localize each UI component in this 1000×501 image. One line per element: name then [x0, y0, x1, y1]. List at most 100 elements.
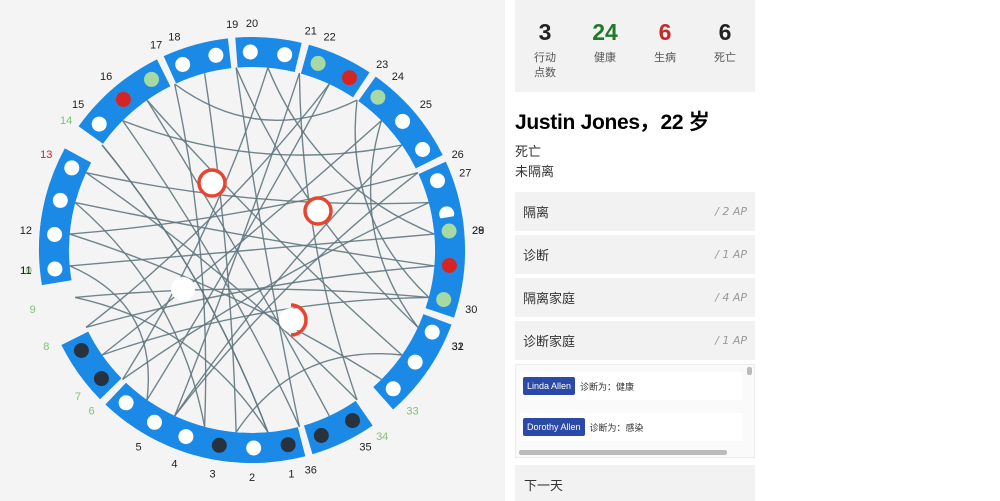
- house-segment[interactable]: [163, 38, 232, 84]
- game-board: 1 2 3 4 5 6 7 8 9 10 11 12 13 14 15 16 17 18 19 20 21 22 23 24 2…: [0, 0, 505, 501]
- house-label: 35: [359, 442, 371, 454]
- house-label: 30: [465, 304, 477, 316]
- person-recovered[interactable]: [310, 55, 326, 71]
- house-label: 25: [420, 99, 432, 111]
- village-network: 12345678910111213141516171819 2021 2223242…: [20, 18, 484, 484]
- contact-link: [101, 296, 429, 356]
- person-healthy[interactable]: [91, 116, 107, 132]
- person-healthy[interactable]: [47, 261, 63, 277]
- person-healthy[interactable]: [277, 47, 293, 63]
- house-label: 4: [171, 458, 177, 470]
- log-vertical-scrollbar[interactable]: [747, 367, 752, 375]
- person-healthy[interactable]: [385, 381, 401, 397]
- person-recovered[interactable]: [370, 89, 386, 105]
- travel-marker[interactable]: [197, 168, 227, 198]
- house-segment[interactable]: [300, 44, 370, 98]
- person-healthy[interactable]: [430, 173, 445, 189]
- person-title: Justin Jones，22 岁: [515, 111, 710, 134]
- person-healthy[interactable]: [178, 429, 194, 445]
- person-dead[interactable]: [345, 413, 360, 429]
- person-healthy[interactable]: [175, 57, 191, 72]
- action-cost: / 2 AP: [715, 205, 747, 218]
- house-label: 36: [305, 464, 317, 476]
- house-segment[interactable]: [61, 331, 122, 400]
- house-label: 27: [459, 167, 471, 179]
- stat-label: 死亡: [714, 51, 736, 64]
- house-label: 8: [43, 341, 49, 353]
- action-cost: / 4 AP: [715, 291, 747, 304]
- person-recovered[interactable]: [144, 71, 159, 87]
- person-healthy[interactable]: [246, 440, 262, 456]
- contact-links: [69, 67, 435, 433]
- person-healthy[interactable]: [407, 354, 423, 370]
- person-healthy[interactable]: [415, 142, 431, 157]
- person-dead[interactable]: [211, 437, 227, 453]
- house-label: 21: [305, 26, 317, 38]
- person-healthy[interactable]: [147, 414, 162, 430]
- action-cost: / 1 AP: [715, 334, 747, 347]
- person-sick[interactable]: [115, 91, 131, 107]
- house-label: 11: [20, 265, 31, 277]
- person-healthy[interactable]: [395, 113, 411, 129]
- house-label: 12: [20, 225, 32, 237]
- stat-label: 行动点数: [534, 51, 556, 79]
- traveller-dot[interactable]: [171, 277, 195, 301]
- person-sick[interactable]: [342, 70, 357, 86]
- person-dead[interactable]: [73, 343, 89, 358]
- contact-link: [122, 119, 403, 156]
- person-dead[interactable]: [93, 371, 109, 387]
- stat-value: 6: [718, 19, 732, 45]
- person-recovered[interactable]: [441, 223, 457, 239]
- person-healthy[interactable]: [47, 227, 63, 242]
- person-healthy[interactable]: [118, 395, 134, 411]
- house-label: 29: [472, 225, 484, 237]
- person-healthy[interactable]: [52, 192, 68, 208]
- diagnose-family-button[interactable]: 诊断家庭 / 1 AP: [515, 321, 755, 360]
- person-healthy[interactable]: [424, 324, 440, 340]
- quarantine-family-button[interactable]: 隔离家庭 / 4 AP: [515, 278, 755, 317]
- house-label: 18: [168, 32, 180, 44]
- stat-value: 3: [538, 19, 552, 45]
- house-label: 26: [452, 149, 464, 161]
- house-label: 20: [246, 18, 258, 30]
- contact-link: [69, 233, 435, 267]
- person-healthy[interactable]: [208, 47, 224, 63]
- diagnose-button[interactable]: 诊断 / 1 AP: [515, 235, 755, 274]
- person-tag[interactable]: Linda Allen: [523, 377, 576, 395]
- side-panel: 3 行动点数 24 健康 6 生病 6 死亡 Justin Jones，22 岁…: [515, 0, 755, 501]
- house-label: 22: [323, 32, 335, 44]
- stats-bar: 3 行动点数 24 健康 6 生病 6 死亡: [515, 0, 755, 92]
- person-dead[interactable]: [313, 428, 329, 443]
- log-text: 诊断为：健康: [580, 382, 635, 393]
- house-label: 19: [226, 19, 238, 31]
- contact-link: [85, 172, 429, 205]
- person-recovered[interactable]: [436, 292, 452, 308]
- house-segment[interactable]: [105, 382, 174, 443]
- person-tag[interactable]: Dorothy Allen: [523, 418, 585, 436]
- stat-label: 健康: [594, 51, 616, 64]
- house-label: 6: [88, 406, 94, 418]
- person-dead[interactable]: [280, 437, 296, 453]
- action-label: 诊断家庭: [523, 335, 576, 350]
- stat-value: 6: [658, 19, 672, 45]
- travel-marker[interactable]: [303, 196, 333, 226]
- next-day-button[interactable]: 下一天: [515, 465, 755, 501]
- contact-link: [122, 67, 269, 380]
- person-healthy[interactable]: [242, 44, 258, 60]
- house-label: 15: [72, 99, 84, 111]
- log-entry: Linda Allen 诊断为：健康: [520, 372, 742, 400]
- person-status: 死亡: [515, 145, 542, 160]
- house-label: 7: [75, 391, 81, 403]
- traveller-dot[interactable]: [279, 308, 303, 332]
- action-label: 隔离: [523, 206, 550, 221]
- quarantine-button[interactable]: 隔离 / 2 AP: [515, 192, 755, 231]
- log-text: 诊断为：感染: [589, 423, 644, 434]
- person-sick[interactable]: [441, 258, 457, 273]
- house-label: 14: [60, 115, 72, 127]
- house-label: 34: [376, 431, 388, 443]
- house-label: 23: [376, 59, 388, 71]
- event-log[interactable]: Linda Allen 诊断为：健康 Dorothy Allen 诊断为：感染: [515, 364, 755, 458]
- log-horizontal-scrollbar[interactable]: [519, 450, 727, 455]
- person-healthy[interactable]: [64, 160, 80, 176]
- house-label: 13: [40, 149, 52, 161]
